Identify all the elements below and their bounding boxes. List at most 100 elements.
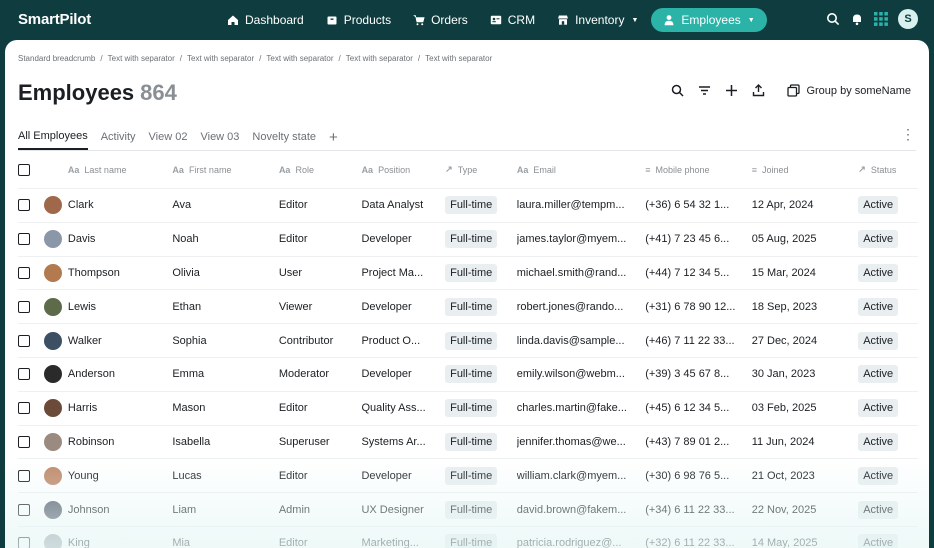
cell-role: Contributor xyxy=(278,334,334,347)
add-tab-icon[interactable]: + xyxy=(329,124,338,150)
last-name-text: Walker xyxy=(67,334,102,347)
apps-grid-icon[interactable] xyxy=(874,12,888,26)
cell-status: Active xyxy=(858,331,918,350)
nav-item-orders[interactable]: Orders xyxy=(404,8,477,32)
last-name-text: King xyxy=(67,537,90,548)
col-joined[interactable]: ≡ Joined xyxy=(752,165,859,175)
table-row[interactable]: Walker Sophia Contributor Product O... Full-… xyxy=(18,324,918,358)
cell-mobile-phone: (+34) 6 11 22 33... xyxy=(645,503,735,516)
tab-all-employees[interactable]: All Employees xyxy=(18,124,88,150)
table-row[interactable]: Anderson Emma Moderator Developer Full-time e… xyxy=(18,358,918,392)
breadcrumb-item[interactable]: Text with separator xyxy=(187,54,254,63)
nav-item-employees[interactable]: Employees ▼ xyxy=(651,8,767,32)
copy-stack-icon xyxy=(787,84,801,97)
row-checkbox[interactable] xyxy=(18,300,30,313)
col-position[interactable]: Aa Position xyxy=(362,165,446,175)
col-type[interactable]: ↗ Type xyxy=(445,164,517,175)
cell-mobile-phone: (+32) 6 11 22 33... xyxy=(645,537,735,548)
table-row[interactable]: King Mia Editor Marketing... Full-time patric… xyxy=(18,527,918,548)
row-checkbox[interactable] xyxy=(18,233,30,246)
user-avatar[interactable]: S xyxy=(898,9,918,29)
avatar xyxy=(43,263,62,282)
table-row[interactable]: Johnson Liam Admin UX Designer Full-time davi… xyxy=(18,493,918,527)
tab-novelty-state[interactable]: Novelty state xyxy=(252,124,316,150)
table-row[interactable]: Thompson Olivia User Project Ma... Full-time… xyxy=(18,257,918,291)
cell-email: james.taylor@myem... xyxy=(516,233,627,246)
cell-position: Developer xyxy=(361,233,412,246)
cell-joined: 11 Jun, 2024 xyxy=(751,435,815,448)
breadcrumb-item[interactable]: Standard breadcrumb xyxy=(18,54,95,63)
row-checkbox[interactable] xyxy=(18,266,30,279)
table-row[interactable]: Lewis Ethan Viewer Developer Full-time robert… xyxy=(18,290,918,325)
table-row[interactable]: Harris Mason Editor Quality Ass... Full-time… xyxy=(18,392,918,426)
row-checkbox-cell xyxy=(18,368,38,381)
row-checkbox[interactable] xyxy=(18,503,30,516)
col-first-name[interactable]: Aa First name xyxy=(172,165,279,175)
col-mobile-phone[interactable]: ≡ Mobile phone xyxy=(645,165,752,175)
status-badge: Active xyxy=(858,500,899,519)
cell-joined: 03 Feb, 2025 xyxy=(751,402,817,415)
tab-activity[interactable]: Activity xyxy=(101,124,136,150)
cell-position: Developer xyxy=(361,469,412,482)
table-row[interactable]: Davis Noah Editor Developer Full-time james.t… xyxy=(18,223,918,257)
table-toolbar: Group by someName xyxy=(671,84,911,97)
cell-joined: 18 Sep, 2023 xyxy=(751,300,818,313)
group-by-button[interactable]: Group by someName xyxy=(787,84,911,97)
status-badge: Active xyxy=(858,534,899,548)
last-name-text: Anderson xyxy=(67,368,115,381)
table-row[interactable]: Young Lucas Editor Developer Full-time willia… xyxy=(18,459,918,494)
nav-item-products[interactable]: Products xyxy=(317,8,400,32)
nav-item-inventory[interactable]: Inventory ▼ xyxy=(548,8,647,32)
col-role[interactable]: Aa Role xyxy=(279,165,362,175)
cell-status: Active xyxy=(858,500,918,519)
text-type-icon: Aa xyxy=(172,164,184,175)
nav-item-crm[interactable]: CRM xyxy=(481,8,544,32)
nav-item-dashboard[interactable]: Dashboard xyxy=(218,8,313,32)
select-all-checkbox[interactable] xyxy=(18,163,30,176)
search-icon[interactable] xyxy=(671,84,684,97)
cell-email: michael.smith@rand... xyxy=(516,266,627,279)
cell-email: patricia.rodriguez@... xyxy=(516,537,622,548)
cell-role: Moderator xyxy=(278,368,329,381)
tab-view-03[interactable]: View 03 xyxy=(200,124,239,150)
cell-first-name: Ethan xyxy=(172,300,202,313)
table-row[interactable]: Clark Ava Editor Data Analyst Full-time laura… xyxy=(18,189,918,223)
avatar xyxy=(43,196,62,215)
app-logo[interactable]: SmartPilot xyxy=(18,11,91,28)
breadcrumb-item[interactable]: Text with separator xyxy=(425,54,492,63)
row-checkbox[interactable] xyxy=(18,199,30,212)
row-checkbox[interactable] xyxy=(18,368,30,381)
bell-icon[interactable] xyxy=(850,12,864,26)
arrow-up-right-icon: ↗ xyxy=(445,164,453,174)
col-email[interactable]: Aa Email xyxy=(517,165,645,175)
row-checkbox[interactable] xyxy=(18,435,30,448)
more-options-icon[interactable]: ⋮ xyxy=(901,126,915,143)
add-icon[interactable] xyxy=(725,84,738,97)
row-checkbox[interactable] xyxy=(18,469,30,482)
avatar xyxy=(43,399,62,418)
row-checkbox[interactable] xyxy=(18,402,30,415)
breadcrumb-item[interactable]: Text with separator xyxy=(346,54,413,63)
cell-type: Full-time xyxy=(445,399,517,418)
table-row[interactable]: Robinson Isabella Superuser Systems Ar... Fu… xyxy=(18,426,918,460)
breadcrumb-item[interactable]: Text with separator xyxy=(108,54,175,63)
search-icon[interactable] xyxy=(826,12,840,26)
cell-first-name: Mia xyxy=(172,537,191,548)
breadcrumb-item[interactable]: Text with separator xyxy=(266,54,333,63)
col-position-label: Position xyxy=(378,164,411,175)
tab-view-02[interactable]: View 02 xyxy=(149,124,188,150)
header-checkbox-cell xyxy=(18,163,38,176)
cell-type: Full-time xyxy=(445,500,517,519)
row-checkbox[interactable] xyxy=(18,537,30,548)
col-last-name[interactable]: Aa Last name xyxy=(38,165,173,175)
cell-email: david.brown@fakem... xyxy=(516,503,627,516)
filter-icon[interactable] xyxy=(698,84,711,97)
row-checkbox[interactable] xyxy=(18,334,30,347)
breadcrumb-separator: / xyxy=(100,54,103,63)
status-badge: Active xyxy=(858,263,899,282)
text-type-icon: Aa xyxy=(361,164,374,175)
export-icon[interactable] xyxy=(752,84,765,97)
avatar xyxy=(43,331,62,350)
cell-email: laura.miller@tempm... xyxy=(516,199,625,212)
col-status[interactable]: ↗ Status xyxy=(858,164,918,175)
